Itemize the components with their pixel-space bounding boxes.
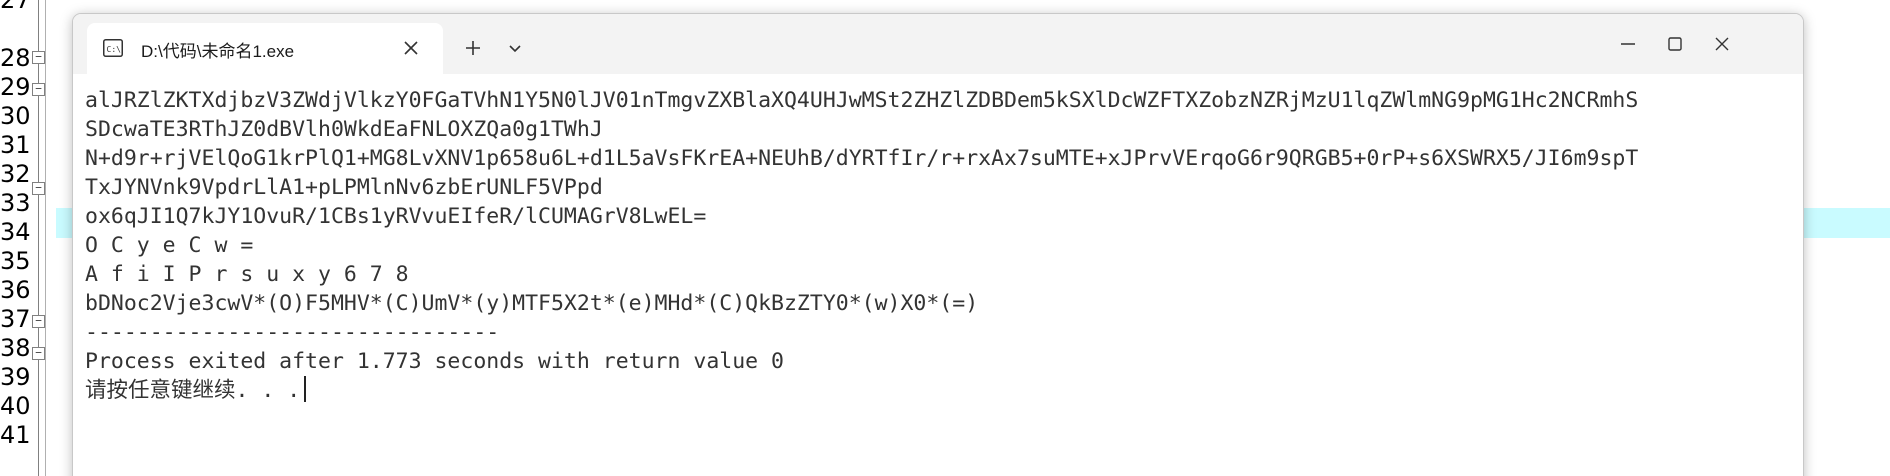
console-prompt-line: 请按任意键继续. . . bbox=[85, 376, 307, 405]
fold-marker[interactable]: − bbox=[32, 182, 45, 195]
line-number-gutter: 27 28 29 30 31 32 33 34 35 36 37 38 39 4… bbox=[0, 0, 45, 476]
line-number: 36 bbox=[0, 276, 31, 304]
fold-marker[interactable]: − bbox=[32, 83, 45, 96]
console-line: A f i I P r s u x y 6 7 8 bbox=[85, 262, 409, 287]
plus-icon bbox=[466, 41, 480, 55]
minimize-button[interactable] bbox=[1608, 24, 1648, 64]
line-number: 38 bbox=[0, 334, 31, 362]
console-line: bDNoc2Vje3cwV*(O)F5MHV*(C)UmV*(y)MTF5X2t… bbox=[85, 291, 979, 316]
line-number: 27 bbox=[0, 0, 31, 14]
line-number: 35 bbox=[0, 247, 31, 275]
line-number: 30 bbox=[0, 102, 31, 130]
console-line: TxJYNVnk9VpdrLlA1+pLPMlnNv6zbErUNLF5VPpd bbox=[85, 175, 603, 200]
chevron-down-icon bbox=[509, 45, 521, 53]
text-cursor bbox=[304, 376, 307, 402]
line-number: 33 bbox=[0, 189, 31, 217]
console-window: C:\ D:\代码\未命名1.exe alJRZlZKTXdjbzV3ZWdjV… bbox=[72, 13, 1804, 476]
svg-text:C:\: C:\ bbox=[107, 45, 122, 54]
line-number: 34 bbox=[0, 218, 31, 246]
fold-marker[interactable]: − bbox=[32, 51, 45, 64]
new-tab-button[interactable] bbox=[455, 30, 491, 66]
terminal-icon: C:\ bbox=[103, 39, 123, 57]
console-line: alJRZlZKTXdjbzV3ZWdjVlkzY0FGaTVhN1Y5N0lJ… bbox=[85, 88, 1639, 113]
console-line: O C y e C w = bbox=[85, 233, 254, 258]
console-line: -------------------------------- bbox=[85, 320, 500, 345]
tab-dropdown-button[interactable] bbox=[497, 30, 533, 66]
fold-marker[interactable]: − bbox=[32, 315, 45, 328]
maximize-icon bbox=[1668, 37, 1682, 51]
line-number: 29 bbox=[0, 73, 31, 101]
close-icon[interactable] bbox=[401, 38, 421, 58]
console-line: N+d9r+rjVElQoG1krPlQ1+MG8LvXNV1p658u6L+d… bbox=[85, 146, 1639, 171]
tab-console[interactable]: C:\ D:\代码\未命名1.exe bbox=[87, 23, 443, 74]
line-number: 41 bbox=[0, 421, 31, 449]
line-number: 40 bbox=[0, 392, 31, 420]
minimize-icon bbox=[1621, 43, 1635, 45]
close-window-button[interactable] bbox=[1702, 24, 1742, 64]
title-bar[interactable]: C:\ D:\代码\未命名1.exe bbox=[73, 14, 1803, 74]
line-number: 28 bbox=[0, 44, 31, 72]
line-number: 37 bbox=[0, 305, 31, 333]
maximize-button[interactable] bbox=[1655, 24, 1695, 64]
console-prompt-text: 请按任意键继续. . . bbox=[85, 378, 301, 403]
fold-marker[interactable]: − bbox=[32, 347, 45, 360]
console-line: ox6qJI1Q7kJY1OvuR/1CBs1yRVvuEIfeR/lCUMAG… bbox=[85, 204, 707, 229]
console-line: Process exited after 1.773 seconds with … bbox=[85, 349, 784, 374]
close-icon bbox=[1715, 37, 1729, 51]
gutter-separator bbox=[45, 0, 46, 476]
line-number: 32 bbox=[0, 160, 31, 188]
console-line: SDcwaTE3RThJZ0dBVlh0WkdEaFNLOXZQa0g1TWhJ bbox=[85, 117, 603, 142]
line-number: 31 bbox=[0, 131, 31, 159]
tab-title: D:\代码\未命名1.exe bbox=[141, 42, 295, 61]
line-number: 39 bbox=[0, 363, 31, 391]
console-output[interactable]: alJRZlZKTXdjbzV3ZWdjVlkzY0FGaTVhN1Y5N0lJ… bbox=[73, 74, 1803, 476]
fold-tree-line bbox=[38, 0, 39, 476]
